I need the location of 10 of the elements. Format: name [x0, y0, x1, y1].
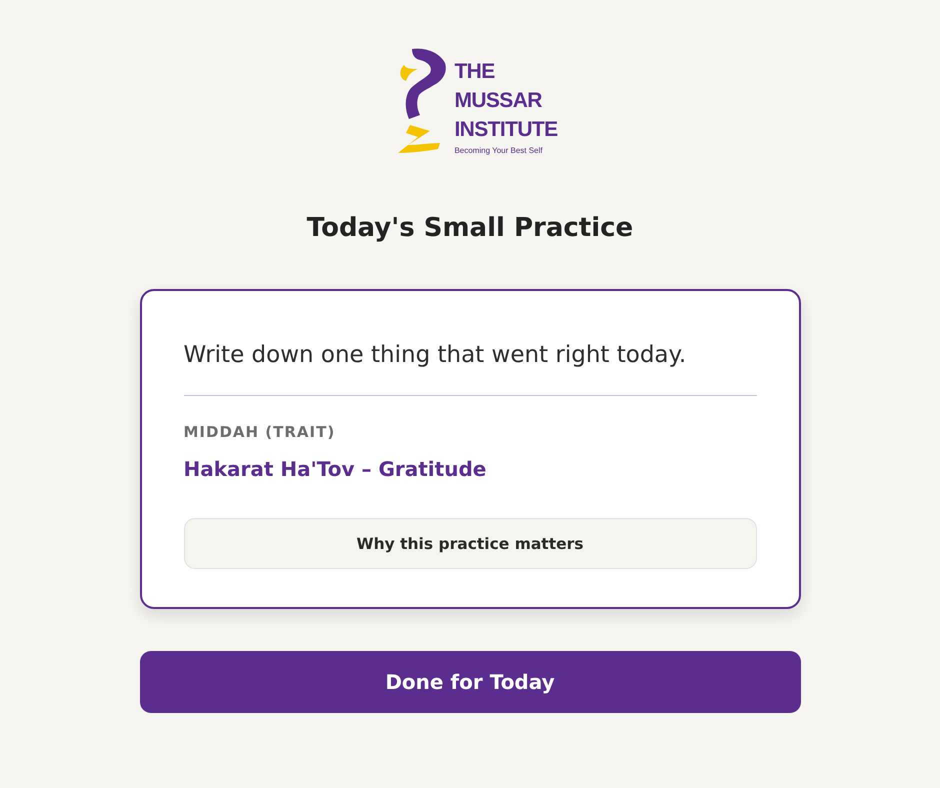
done-button[interactable]: Done for Today: [140, 651, 800, 713]
why-this-matters-button[interactable]: Why this practice matters: [184, 518, 756, 569]
trait-label: MIDDAH (TRAIT): [184, 422, 336, 442]
logo-tagline: Becoming Your Best Self: [454, 146, 542, 156]
logo-wordmark: MUSSAR: [454, 88, 542, 114]
logo-wordmark: INSTITUTE: [454, 117, 558, 143]
trait-name: Hakarat Ha'Tov – Gratitude: [184, 456, 486, 482]
page-title: Today's Small Practice: [306, 212, 634, 245]
practice-prompt: Write down one thing that went right today.: [184, 341, 686, 369]
logo-wordmark: THE: [454, 59, 495, 85]
